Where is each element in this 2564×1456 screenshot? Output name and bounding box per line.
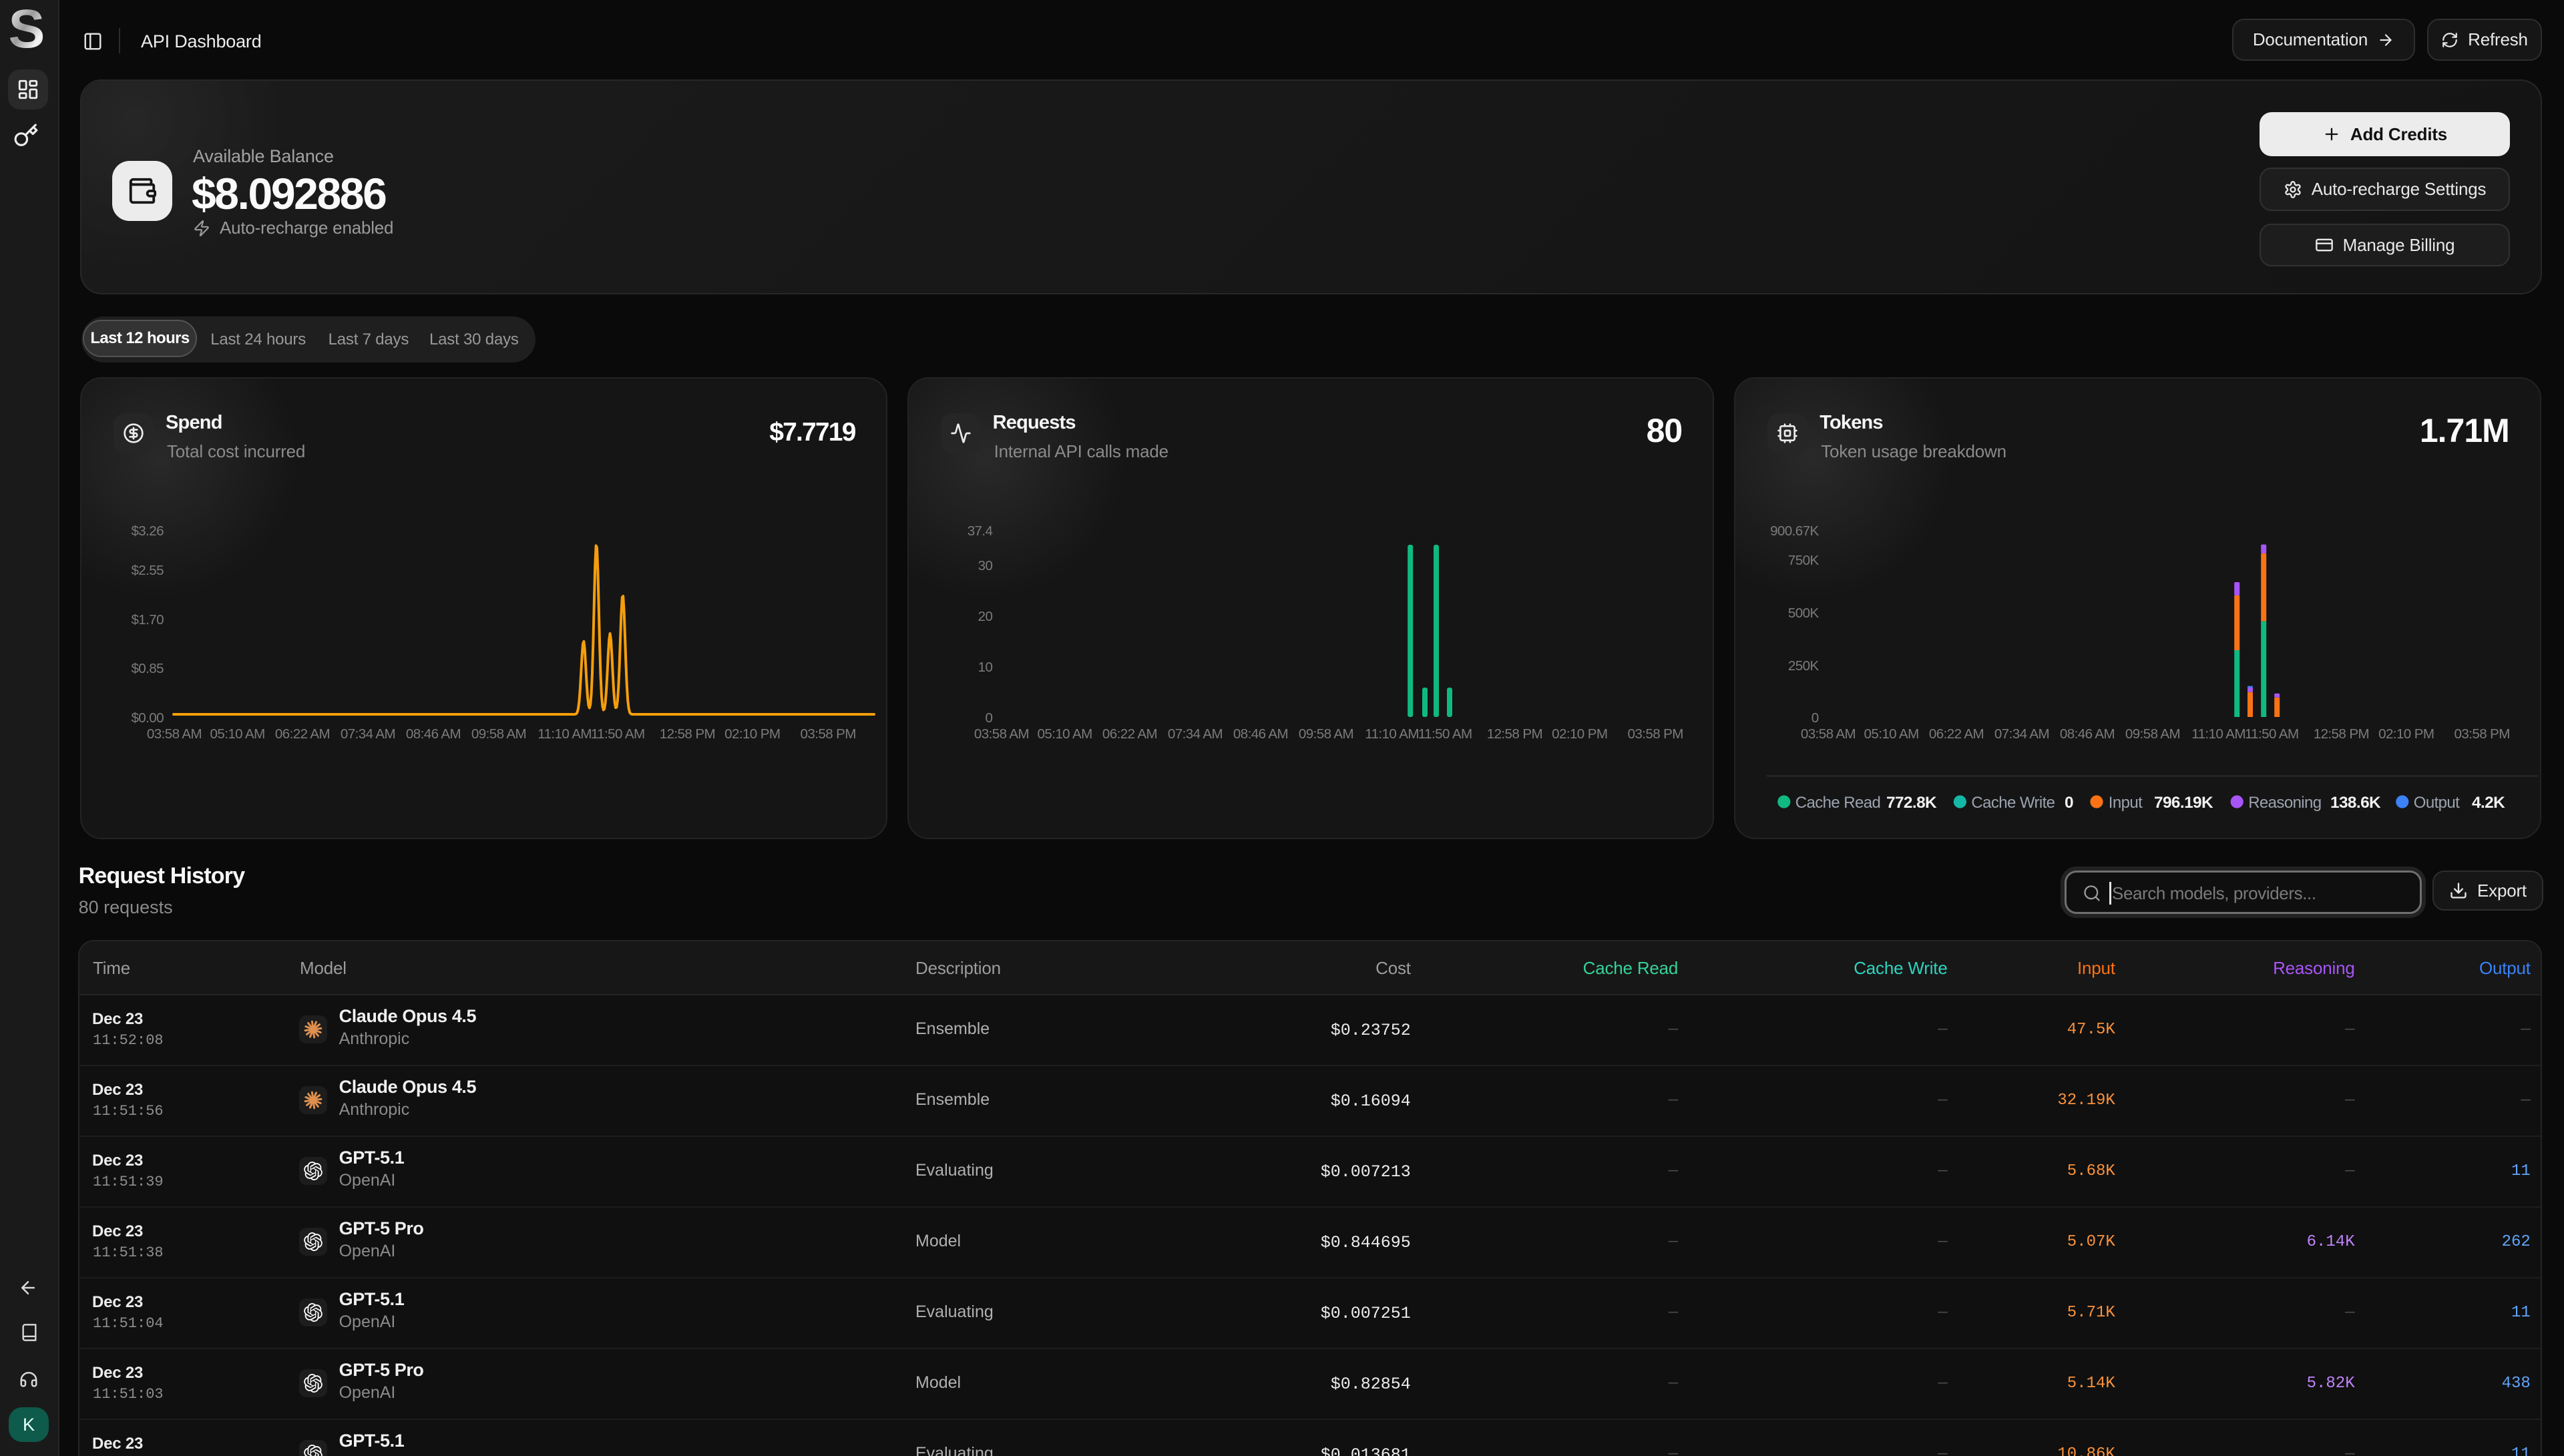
svg-text:03:58 PM: 03:58 PM xyxy=(2454,726,2510,742)
svg-text:09:58 AM: 09:58 AM xyxy=(2125,726,2180,742)
svg-text:08:46 AM: 08:46 AM xyxy=(2060,726,2115,742)
svg-text:11:50 AM: 11:50 AM xyxy=(1418,726,1472,742)
svg-text:37.4: 37.4 xyxy=(967,523,992,539)
svg-text:08:46 AM: 08:46 AM xyxy=(1233,726,1287,742)
svg-text:06:22 AM: 06:22 AM xyxy=(1929,726,1984,742)
svg-text:796.19K: 796.19K xyxy=(2154,794,2213,812)
svg-text:05:10 AM: 05:10 AM xyxy=(1864,726,1919,742)
svg-text:20: 20 xyxy=(978,609,992,624)
svg-text:02:10 PM: 02:10 PM xyxy=(2378,726,2434,742)
svg-text:772.8K: 772.8K xyxy=(1886,794,1937,812)
svg-text:05:10 AM: 05:10 AM xyxy=(210,726,264,742)
svg-text:900.67K: 900.67K xyxy=(1770,523,1819,539)
svg-text:07:34 AM: 07:34 AM xyxy=(341,726,395,742)
svg-text:S: S xyxy=(9,7,45,51)
svg-text:$1.70: $1.70 xyxy=(131,612,164,628)
svg-text:12:58 PM: 12:58 PM xyxy=(660,726,715,742)
svg-text:Input: Input xyxy=(2109,794,2143,812)
svg-text:Cache Read: Cache Read xyxy=(1795,794,1880,812)
svg-text:11:50 AM: 11:50 AM xyxy=(591,726,645,742)
svg-text:11:10 AM: 11:10 AM xyxy=(538,726,592,742)
svg-text:03:58 AM: 03:58 AM xyxy=(147,726,202,742)
svg-text:07:34 AM: 07:34 AM xyxy=(1994,726,2049,742)
svg-text:06:22 AM: 06:22 AM xyxy=(1102,726,1156,742)
svg-text:0: 0 xyxy=(1811,710,1819,726)
svg-text:0: 0 xyxy=(985,710,992,726)
svg-text:09:58 AM: 09:58 AM xyxy=(1298,726,1353,742)
svg-text:0: 0 xyxy=(2065,794,2073,812)
svg-text:138.6K: 138.6K xyxy=(2330,794,2381,812)
svg-text:03:58 PM: 03:58 PM xyxy=(801,726,856,742)
svg-text:Cache Write: Cache Write xyxy=(1972,794,2055,812)
svg-text:$3.26: $3.26 xyxy=(131,523,164,539)
svg-text:Output: Output xyxy=(2414,794,2460,812)
svg-text:$2.55: $2.55 xyxy=(131,563,164,578)
svg-text:12:58 PM: 12:58 PM xyxy=(2314,726,2369,742)
svg-text:05:10 AM: 05:10 AM xyxy=(1037,726,1092,742)
svg-text:500K: 500K xyxy=(1788,605,1820,621)
svg-text:09:58 AM: 09:58 AM xyxy=(471,726,526,742)
svg-text:06:22 AM: 06:22 AM xyxy=(275,726,330,742)
svg-text:08:46 AM: 08:46 AM xyxy=(406,726,461,742)
svg-text:07:34 AM: 07:34 AM xyxy=(1167,726,1222,742)
svg-text:4.2K: 4.2K xyxy=(2472,794,2505,812)
svg-text:11:50 AM: 11:50 AM xyxy=(2245,726,2299,742)
svg-text:$0.85: $0.85 xyxy=(131,661,164,676)
svg-text:03:58 AM: 03:58 AM xyxy=(974,726,1028,742)
svg-text:10: 10 xyxy=(978,660,992,675)
svg-text:03:58 AM: 03:58 AM xyxy=(1801,726,1856,742)
svg-text:750K: 750K xyxy=(1788,553,1820,568)
svg-text:30: 30 xyxy=(978,558,992,573)
svg-text:12:58 PM: 12:58 PM xyxy=(1486,726,1542,742)
svg-text:03:58 PM: 03:58 PM xyxy=(1627,726,1683,742)
svg-text:11:10 AM: 11:10 AM xyxy=(1365,726,1419,742)
svg-text:$0.00: $0.00 xyxy=(131,710,164,726)
svg-text:02:10 PM: 02:10 PM xyxy=(724,726,780,742)
svg-text:Reasoning: Reasoning xyxy=(2248,794,2321,812)
svg-text:11:10 AM: 11:10 AM xyxy=(2191,726,2246,742)
svg-text:02:10 PM: 02:10 PM xyxy=(1552,726,1607,742)
svg-text:250K: 250K xyxy=(1788,658,1820,674)
